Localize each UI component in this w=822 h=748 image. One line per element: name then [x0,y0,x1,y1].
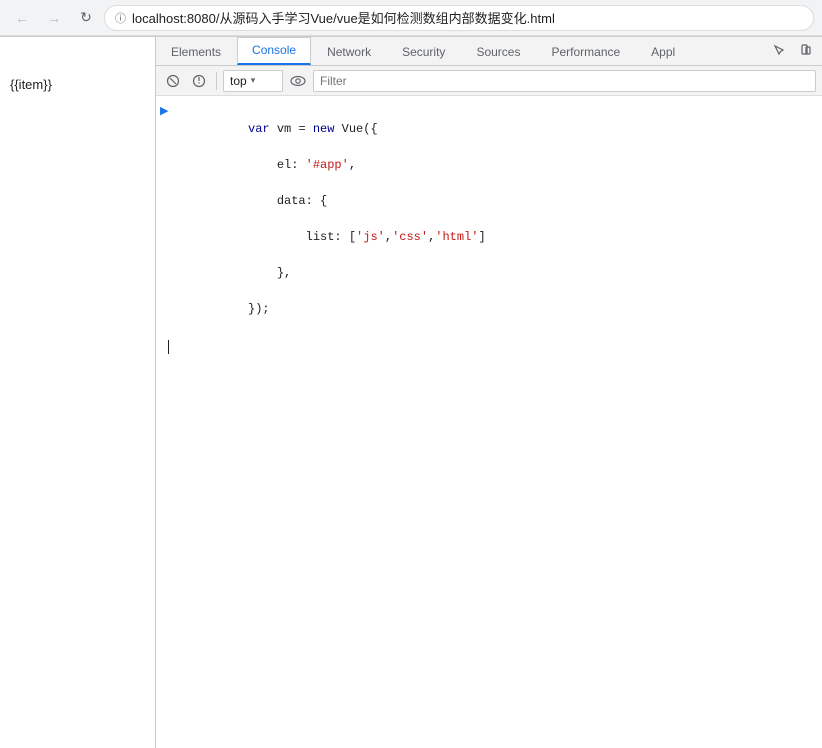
mobile-device-icon [799,44,813,58]
filter-input[interactable] [313,70,816,92]
console-input-line[interactable] [156,338,822,356]
text-cursor [168,340,169,354]
tab-elements[interactable]: Elements [156,37,236,65]
tabs-area: Elements Console Network Security Source… [156,37,764,65]
console-expand-arrow[interactable]: ▶ [160,104,172,117]
reload-icon: ↻ [80,9,92,26]
stop-recording-button[interactable] [188,70,210,92]
console-output[interactable]: ▶ var vm = new Vue({ el: '#app', data: {… [156,96,822,748]
forward-button[interactable]: → [40,4,68,32]
context-selector[interactable]: top ▾ [223,70,283,92]
browser-chrome: ← → ↻ ⓘ localhost:8080/从源码入手学习Vue/vue是如何… [0,0,822,36]
context-dropdown-arrow: ▾ [251,75,256,86]
console-entry-code: ▶ var vm = new Vue({ el: '#app', data: {… [156,100,822,338]
inspect-element-button[interactable] [768,39,792,63]
devtools-main: Elements Console Network Security Source… [156,37,822,748]
stop-icon [192,74,206,88]
context-label: top [230,74,247,88]
tab-sources[interactable]: Sources [461,37,535,65]
back-icon: ← [15,10,29,26]
clear-console-button[interactable] [162,70,184,92]
devtools-tabs-row: Elements Console Network Security Source… [156,37,822,66]
cursor-inspect-icon [773,44,787,58]
forward-icon: → [47,10,61,26]
tab-console[interactable]: Console [237,37,311,65]
browser-topbar: ← → ↻ ⓘ localhost:8080/从源码入手学习Vue/vue是如何… [0,0,822,36]
tab-security[interactable]: Security [387,37,460,65]
tab-performance[interactable]: Performance [536,37,635,65]
eye-button[interactable] [287,70,309,92]
back-button[interactable]: ← [8,4,36,32]
lock-icon: ⓘ [115,10,126,26]
reload-button[interactable]: ↻ [72,4,100,32]
panel-icons-area [764,37,822,65]
eye-icon [290,75,306,87]
page-preview: {{item}} [0,37,156,748]
toolbar-separator [216,72,217,90]
tab-network[interactable]: Network [312,37,386,65]
template-text: {{item}} [10,77,52,92]
tab-application[interactable]: Appl [636,37,690,65]
device-toggle-button[interactable] [794,39,818,63]
address-bar[interactable]: ⓘ localhost:8080/从源码入手学习Vue/vue是如何检测数组内部… [104,5,814,31]
console-toolbar: top ▾ [156,66,822,96]
console-code-block: var vm = new Vue({ el: '#app', data: { l… [176,102,486,336]
clear-icon [166,74,180,88]
devtools-panel: {{item}} Elements Console Network Securi… [0,36,822,748]
url-text: localhost:8080/从源码入手学习Vue/vue是如何检测数组内部数据… [132,8,555,27]
